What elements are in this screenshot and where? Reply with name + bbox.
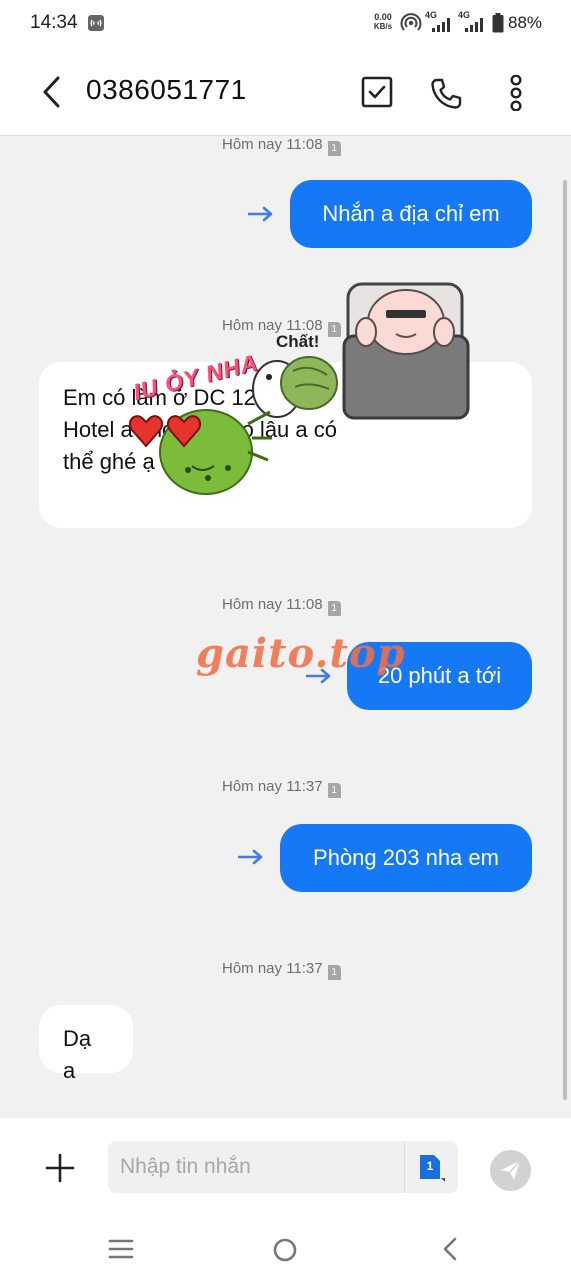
message-timestamp: Hôm nay 11:37 1: [222, 960, 341, 980]
signal-icon: [432, 18, 450, 32]
message-timestamp: Hôm nay 11:37 1: [222, 778, 341, 798]
phone-icon[interactable]: [428, 76, 464, 112]
sim-label: 1: [426, 1159, 434, 1173]
sim-card-icon: 1: [327, 783, 341, 798]
send-button[interactable]: [490, 1150, 531, 1191]
bear-sticker: [342, 282, 470, 420]
battery-icon: [492, 13, 504, 33]
signal-icon: [465, 18, 483, 32]
network-speed: 0.00 KB/s: [370, 12, 396, 32]
message-text-line: thể ghé ạ: [63, 449, 155, 474]
sticker-text: Chất!: [276, 332, 320, 351]
scrollbar[interactable]: [563, 180, 567, 1100]
more-vert-icon[interactable]: [505, 75, 527, 111]
back-icon[interactable]: [440, 1236, 460, 1262]
message-list[interactable]: Hôm nay 11:08 1 Nhắn a địa chỉ em Hôm nay…: [0, 136, 571, 1118]
recents-icon[interactable]: [108, 1238, 134, 1260]
message-composer: 1: [0, 1118, 571, 1216]
watermark: gaito.top: [196, 630, 406, 677]
home-icon[interactable]: [272, 1237, 298, 1263]
hearts-sticker: [128, 415, 202, 448]
conversation-header: 0386051771: [0, 48, 571, 136]
send-icon: [501, 1160, 521, 1180]
sent-arrow-icon: [248, 206, 273, 222]
message-timestamp: Hôm nay 11:08 1: [222, 136, 341, 156]
nfc-icon: [88, 15, 104, 31]
sim-card-icon: 1: [327, 965, 341, 980]
message-timestamp: Hôm nay 11:08 1: [222, 596, 341, 616]
hotspot-icon: [400, 13, 422, 31]
network-speed-unit: KB/s: [373, 22, 393, 31]
received-message[interactable]: Dạ a: [39, 1005, 133, 1083]
sent-message[interactable]: Phòng 203 nha em: [280, 824, 532, 892]
back-arrow-icon[interactable]: [38, 74, 66, 110]
battery-percentage: 88%: [508, 13, 543, 32]
select-checkbox-icon[interactable]: [361, 76, 393, 108]
navigation-bar: [0, 1216, 571, 1280]
network-speed-value: 0.00: [374, 12, 392, 22]
sent-message[interactable]: Nhắn a địa chỉ em: [290, 180, 532, 248]
sim-select-button[interactable]: 1: [416, 1153, 446, 1183]
message-input[interactable]: [120, 1141, 402, 1193]
sent-arrow-icon: [238, 849, 263, 865]
input-divider: [404, 1141, 405, 1193]
add-icon[interactable]: [44, 1152, 76, 1184]
status-bar: 14:34 0.00 KB/s 4G 4G 88%: [0, 0, 571, 48]
message-input-box: 1: [108, 1141, 458, 1193]
contact-name: 0386051771: [86, 74, 247, 105]
status-time: 14:34: [30, 12, 78, 33]
sim-card-icon: 1: [327, 601, 341, 616]
sim-card-icon: 1: [327, 141, 341, 156]
